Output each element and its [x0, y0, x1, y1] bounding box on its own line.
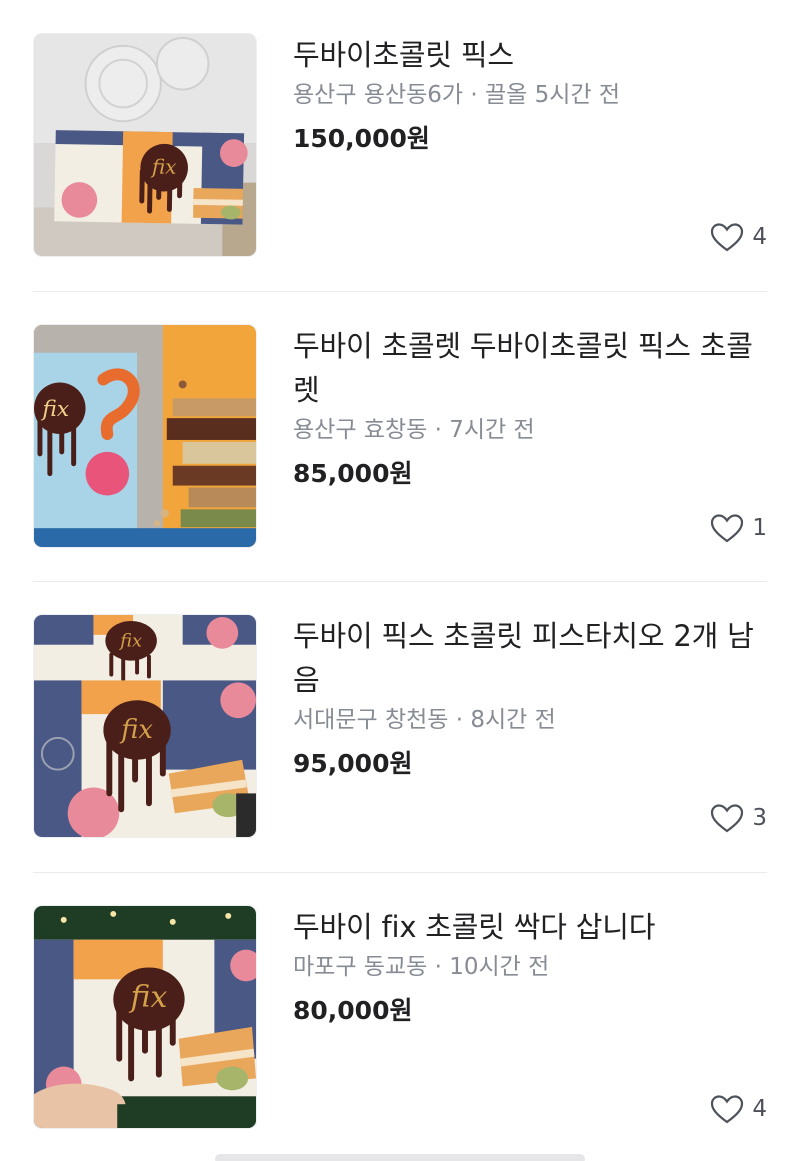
listing-time: 7시간 전	[449, 417, 535, 443]
divider	[33, 872, 767, 873]
listing-info: 두바이초콜릿 픽스 용산구 용산동6가 · 끌올 5시간 전 150,000원	[293, 33, 763, 159]
listing-price: 95,000원	[293, 749, 413, 778]
product-list: fix 두바이초콜릿 픽스 용산구 용산동6가 · 끌올 5시간 전 150,0…	[0, 0, 800, 1161]
fix-logo: fix	[129, 980, 168, 1015]
listing-time: 8시간 전	[470, 707, 556, 733]
listing-item[interactable]: fix 두바이초콜릿 픽스 용산구 용산동6가 · 끌올 5시간 전 150,0…	[33, 33, 767, 257]
home-indicator	[215, 1154, 585, 1161]
listing-meta: 서대문구 창천동 · 8시간 전	[293, 702, 763, 738]
heart-outline-icon	[711, 1095, 744, 1124]
fix-logo: fix	[118, 631, 142, 652]
like-count: 3	[710, 800, 767, 836]
listing-time: 끌올 5시간 전	[485, 82, 621, 108]
listing-title[interactable]: 두바이 픽스 초콜릿 피스타치오 2개 남음	[293, 614, 763, 702]
heart-outline-icon	[711, 514, 744, 543]
listing-item[interactable]: fix 두바이 초콜렛 두바이초콜릿 픽스 초콜렛 용산구 효창동 · 7시간 …	[33, 324, 767, 548]
listing-meta: 용산구 효창동 · 7시간 전	[293, 412, 763, 448]
heart-outline-icon	[711, 804, 744, 833]
product-photo-image: fix	[34, 906, 256, 1128]
like-count: 4	[710, 1091, 767, 1127]
like-count: 1	[710, 510, 767, 546]
product-photo[interactable]: fix	[33, 905, 257, 1129]
listing-meta: 마포구 동교동 · 10시간 전	[293, 949, 763, 985]
product-photo-image: fix	[34, 325, 256, 547]
listing-location: 용산구 용산동6가	[293, 82, 464, 108]
product-photo[interactable]: fix	[33, 33, 257, 257]
listing-info: 두바이 픽스 초콜릿 피스타치오 2개 남음 서대문구 창천동 · 8시간 전 …	[293, 614, 763, 784]
like-count-value: 4	[752, 224, 767, 250]
listing-item[interactable]: fix fix 두바이 픽스 초콜릿 피스타치오 2개 남음 서대문구 창천동 …	[33, 614, 767, 838]
listing-info: 두바이 fix 초콜릿 싹다 삽니다 마포구 동교동 · 10시간 전 80,0…	[293, 905, 763, 1031]
listing-time: 10시간 전	[449, 954, 550, 980]
divider	[33, 581, 767, 582]
fix-logo: fix	[119, 715, 153, 745]
listing-location: 서대문구 창천동	[293, 707, 449, 733]
listing-price: 80,000원	[293, 996, 413, 1025]
like-count-value: 3	[752, 805, 767, 831]
listing-title[interactable]: 두바이 fix 초콜릿 싹다 삽니다	[293, 905, 763, 949]
meta-separator: ·	[463, 82, 486, 108]
listing-meta: 용산구 용산동6가 · 끌올 5시간 전	[293, 77, 763, 113]
meta-separator: ·	[427, 954, 450, 980]
like-count-value: 4	[752, 1096, 767, 1122]
product-photo-image: fix	[34, 34, 256, 256]
listing-location: 용산구 효창동	[293, 417, 428, 443]
heart-outline-icon	[711, 223, 744, 252]
product-photo[interactable]: fix fix	[33, 614, 257, 838]
listing-info: 두바이 초콜렛 두바이초콜릿 픽스 초콜렛 용산구 효창동 · 7시간 전 85…	[293, 324, 763, 494]
fix-logo: fix	[150, 155, 177, 178]
fix-logo: fix	[40, 397, 69, 422]
listing-title[interactable]: 두바이 초콜렛 두바이초콜릿 픽스 초콜렛	[293, 324, 763, 412]
listing-title[interactable]: 두바이초콜릿 픽스	[293, 33, 763, 77]
product-photo-image: fix fix	[34, 615, 256, 837]
divider	[33, 291, 767, 292]
listing-price: 150,000원	[293, 124, 430, 153]
product-photo[interactable]: fix	[33, 324, 257, 548]
meta-separator: ·	[448, 707, 471, 733]
listing-item[interactable]: fix 두바이 fix 초콜릿 싹다 삽니다 마포구 동교동 · 10시간 전 …	[33, 905, 767, 1129]
like-count-value: 1	[752, 515, 767, 541]
meta-separator: ·	[427, 417, 450, 443]
listing-price: 85,000원	[293, 459, 413, 488]
like-count: 4	[710, 219, 767, 255]
listing-location: 마포구 동교동	[293, 954, 428, 980]
